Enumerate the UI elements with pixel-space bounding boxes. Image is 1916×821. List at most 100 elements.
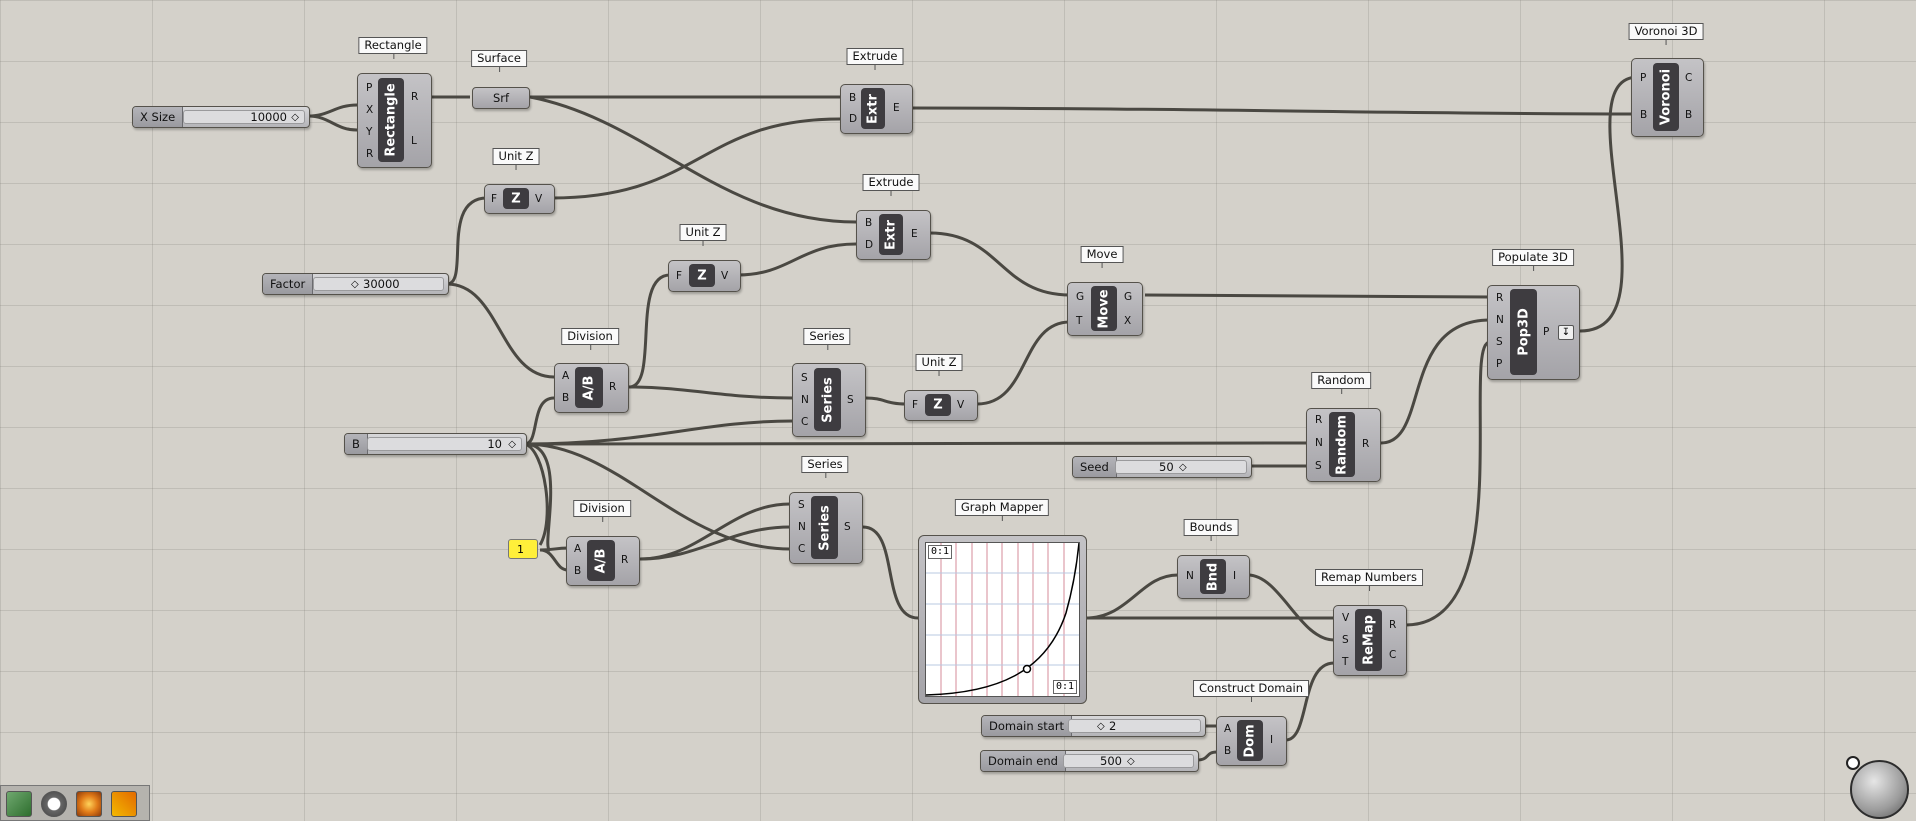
navigation-dial-icon[interactable]: [1850, 760, 1909, 819]
x-size-slider[interactable]: X Size 10000 ◇: [132, 106, 310, 128]
input-param[interactable]: N: [798, 521, 806, 533]
input-param[interactable]: P: [366, 82, 372, 94]
download-arrow-icon[interactable]: ↧: [1558, 325, 1574, 340]
unit-z-component[interactable]: F Z V: [668, 260, 741, 292]
domain-end-slider[interactable]: Domain end 500 ◇: [980, 750, 1199, 772]
output-param[interactable]: V: [721, 270, 728, 282]
output-param[interactable]: P: [1543, 326, 1549, 338]
slider-grip-icon[interactable]: ◇: [1097, 721, 1105, 732]
graph-area[interactable]: 0:1 0:1: [925, 542, 1080, 697]
input-param[interactable]: T: [1076, 315, 1082, 327]
preview-icon[interactable]: [41, 791, 67, 817]
input-param[interactable]: N: [1496, 314, 1504, 326]
bounds-component[interactable]: N Bnd I: [1177, 555, 1250, 599]
input-param[interactable]: A: [562, 370, 569, 382]
series-component[interactable]: S N C Series S: [789, 492, 863, 564]
input-param[interactable]: F: [912, 399, 918, 411]
output-param[interactable]: V: [957, 399, 964, 411]
input-param[interactable]: N: [1315, 437, 1323, 449]
division-component[interactable]: A B A/B R: [554, 363, 629, 413]
output-param[interactable]: S: [844, 521, 851, 533]
random-component[interactable]: R N S Random R: [1306, 408, 1381, 482]
voronoi-3d-component[interactable]: P B Voronoi C B: [1631, 58, 1704, 137]
construct-domain-component[interactable]: A B Dom I: [1216, 716, 1287, 766]
output-param[interactable]: R: [621, 554, 628, 566]
domain-start-slider[interactable]: Domain start ◇ 2: [981, 715, 1206, 737]
input-param[interactable]: B: [574, 565, 581, 577]
unit-z-component[interactable]: F Z V: [484, 184, 555, 214]
input-param[interactable]: R: [366, 148, 373, 160]
input-param[interactable]: S: [801, 372, 808, 384]
output-param[interactable]: R: [1362, 438, 1369, 450]
input-param[interactable]: X: [366, 104, 373, 116]
b-slider[interactable]: B 10 ◇: [344, 433, 527, 455]
input-param[interactable]: C: [798, 543, 805, 555]
navigation-pin-icon[interactable]: [1846, 756, 1860, 770]
graph-mapper-component[interactable]: 0:1 0:1: [918, 535, 1087, 704]
input-param[interactable]: R: [1496, 292, 1503, 304]
input-param[interactable]: B: [562, 392, 569, 404]
input-param[interactable]: B: [865, 217, 872, 229]
input-param[interactable]: B: [849, 92, 856, 104]
series-component[interactable]: S N C Series S: [792, 363, 866, 437]
rectangle-component[interactable]: P X Y R Rectangle R L: [357, 73, 432, 168]
input-param[interactable]: G: [1076, 291, 1084, 303]
output-param[interactable]: B: [1685, 109, 1692, 121]
extrude-component[interactable]: B D Extr E: [840, 84, 913, 134]
slider-grip-icon[interactable]: ◇: [508, 439, 516, 450]
input-param[interactable]: D: [865, 239, 873, 251]
output-param[interactable]: G: [1124, 291, 1132, 303]
fire-icon[interactable]: [111, 791, 137, 817]
input-param[interactable]: V: [1342, 612, 1349, 624]
surface-param[interactable]: Srf: [472, 87, 530, 109]
input-param[interactable]: C: [801, 416, 808, 428]
slider-grip-icon[interactable]: ◇: [291, 112, 299, 123]
input-param[interactable]: A: [1224, 723, 1231, 735]
input-param[interactable]: F: [491, 193, 497, 205]
output-param[interactable]: S: [847, 394, 854, 406]
input-param[interactable]: B: [1640, 109, 1647, 121]
input-param[interactable]: A: [574, 543, 581, 555]
input-param[interactable]: S: [1342, 634, 1349, 646]
output-param[interactable]: X: [1124, 315, 1131, 327]
render-icon[interactable]: [76, 791, 102, 817]
output-param[interactable]: L: [411, 135, 417, 147]
input-param[interactable]: R: [1315, 414, 1322, 426]
input-param[interactable]: F: [676, 270, 682, 282]
remap-numbers-component[interactable]: V S T ReMap R C: [1333, 605, 1407, 676]
output-param[interactable]: I: [1270, 734, 1273, 746]
input-param[interactable]: Y: [366, 126, 372, 138]
slider-grip-icon[interactable]: ◇: [1127, 756, 1135, 767]
output-param[interactable]: R: [411, 91, 418, 103]
output-param[interactable]: V: [535, 193, 542, 205]
extrude-component[interactable]: B D Extr E: [856, 210, 931, 260]
division-component[interactable]: A B A/B R: [566, 536, 640, 586]
input-param[interactable]: N: [1186, 570, 1194, 582]
input-param[interactable]: P: [1640, 72, 1646, 84]
output-param[interactable]: C: [1685, 72, 1692, 84]
unit-z-component[interactable]: F Z V: [904, 390, 978, 421]
grasshopper-canvas[interactable]: Rectangle P X Y R Rectangle R L Surface …: [0, 0, 1916, 821]
input-param[interactable]: S: [798, 499, 805, 511]
output-param[interactable]: R: [609, 381, 616, 393]
move-component[interactable]: G T Move G X: [1067, 282, 1143, 336]
input-param[interactable]: S: [1315, 460, 1322, 472]
output-param[interactable]: R: [1389, 619, 1396, 631]
seed-slider[interactable]: Seed 50 ◇: [1072, 456, 1252, 478]
slider-track[interactable]: [1068, 719, 1201, 733]
value-panel[interactable]: 1: [508, 539, 538, 559]
input-param[interactable]: D: [849, 113, 857, 125]
input-param[interactable]: T: [1342, 656, 1348, 668]
bake-icon[interactable]: [6, 791, 32, 817]
populate-3d-component[interactable]: R N S P Pop3D P ↧: [1487, 285, 1580, 380]
input-param[interactable]: P: [1496, 358, 1502, 370]
slider-grip-icon[interactable]: ◇: [351, 279, 359, 290]
input-param[interactable]: N: [801, 394, 809, 406]
input-param[interactable]: S: [1496, 336, 1503, 348]
output-param[interactable]: E: [893, 102, 900, 114]
input-param[interactable]: B: [1224, 745, 1231, 757]
output-param[interactable]: E: [911, 228, 918, 240]
factor-slider[interactable]: Factor ◇ 30000: [262, 273, 449, 295]
output-param[interactable]: C: [1389, 649, 1396, 661]
output-param[interactable]: I: [1233, 570, 1236, 582]
